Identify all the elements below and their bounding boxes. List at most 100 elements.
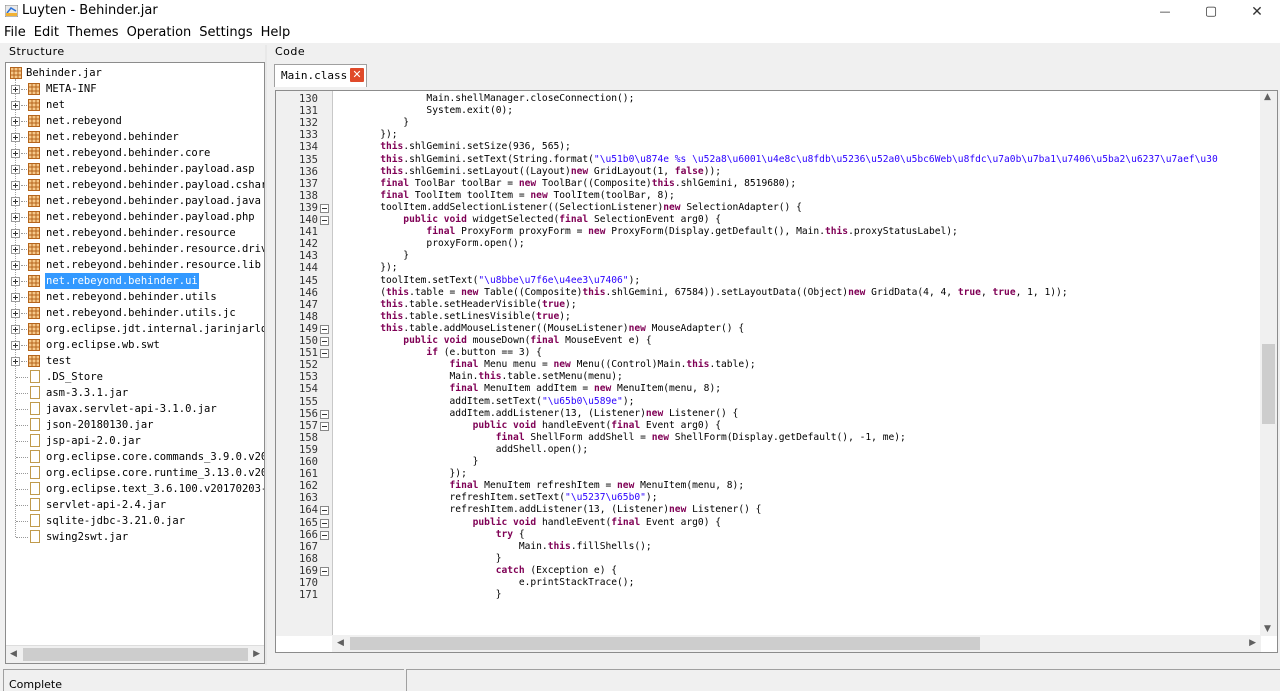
expand-icon[interactable] bbox=[11, 261, 20, 270]
code-text: toolItem.setText( bbox=[334, 274, 479, 286]
menu-operation[interactable]: Operation bbox=[123, 23, 196, 43]
structure-tree[interactable]: Behinder.jar META-INF net net.rebeyond net.… bbox=[5, 62, 265, 664]
package-icon bbox=[28, 339, 40, 351]
fold-collapse-icon[interactable] bbox=[320, 506, 329, 516]
expand-icon[interactable] bbox=[11, 245, 20, 254]
fold-collapse-icon[interactable] bbox=[320, 566, 329, 576]
file-icon bbox=[30, 434, 40, 447]
expand-icon[interactable] bbox=[11, 357, 20, 366]
tree-connector bbox=[21, 297, 27, 298]
tree-item-label: org.eclipse.jdt.internal.jarinjarlo bbox=[46, 323, 265, 335]
fold-collapse-icon[interactable] bbox=[320, 409, 329, 419]
menu-edit[interactable]: Edit bbox=[30, 23, 63, 43]
close-window-button[interactable]: ✕ bbox=[1234, 0, 1280, 23]
expand-icon[interactable] bbox=[11, 117, 20, 126]
fold-collapse-icon[interactable] bbox=[320, 216, 329, 225]
expand-icon[interactable] bbox=[11, 181, 20, 190]
line-number: 132 bbox=[299, 117, 318, 130]
fold-collapse-icon[interactable] bbox=[320, 530, 329, 540]
expand-icon[interactable] bbox=[11, 101, 20, 110]
code-line: } bbox=[334, 117, 409, 129]
structure-label: Structure bbox=[9, 45, 65, 58]
tree-scroll-thumb[interactable] bbox=[23, 648, 248, 661]
scroll-left-arrow-icon[interactable]: ◀ bbox=[337, 635, 344, 652]
gutter-row: 142 bbox=[276, 238, 332, 250]
package-icon bbox=[28, 131, 40, 143]
gutter-row: 166 bbox=[276, 529, 332, 541]
line-number: 149 bbox=[299, 322, 318, 335]
expand-icon[interactable] bbox=[11, 309, 20, 318]
code-text: { bbox=[513, 528, 525, 540]
scroll-right-arrow-icon[interactable]: ▶ bbox=[253, 646, 260, 663]
tree-connector bbox=[16, 457, 28, 458]
fold-collapse-icon[interactable] bbox=[320, 203, 329, 213]
menu-help[interactable]: Help bbox=[257, 23, 295, 43]
tree-horizontal-scrollbar[interactable]: ◀ ▶ bbox=[6, 645, 264, 663]
fold-collapse-icon[interactable] bbox=[320, 421, 329, 431]
code-text: .fillShells(); bbox=[570, 540, 652, 552]
tree-item-label: jsp-api-2.0.jar bbox=[46, 435, 141, 447]
line-number: 154 bbox=[299, 383, 318, 396]
fold-collapse-icon[interactable] bbox=[320, 324, 329, 334]
expand-icon[interactable] bbox=[11, 133, 20, 142]
code-line: if (e.button == 3) { bbox=[334, 347, 542, 359]
code-hscroll-thumb[interactable] bbox=[350, 637, 980, 650]
code-text: .table = bbox=[409, 286, 462, 298]
code-line: final MenuItem addItem = new MenuItem(me… bbox=[334, 383, 722, 395]
code-vertical-scrollbar[interactable]: ▲ ▼ bbox=[1260, 91, 1277, 636]
tree-connector bbox=[16, 489, 28, 490]
menu-settings[interactable]: Settings bbox=[195, 23, 256, 43]
code-text: ( bbox=[334, 286, 386, 298]
code-text: .table); bbox=[709, 359, 756, 371]
expand-icon[interactable] bbox=[11, 165, 20, 174]
code-keyword: new bbox=[669, 504, 687, 516]
tab-main-class[interactable]: Main.class ✕ bbox=[274, 64, 367, 87]
tree-connector bbox=[21, 185, 27, 186]
menu-file[interactable]: File bbox=[0, 23, 30, 43]
split-divider[interactable] bbox=[265, 45, 267, 665]
expand-icon[interactable] bbox=[11, 197, 20, 206]
expand-icon[interactable] bbox=[11, 213, 20, 222]
code-vscroll-thumb[interactable] bbox=[1262, 344, 1275, 424]
tab-close-icon[interactable]: ✕ bbox=[350, 68, 364, 82]
gutter-row: 147 bbox=[276, 299, 332, 311]
tree-connector bbox=[21, 281, 27, 282]
tree-connector bbox=[16, 441, 28, 442]
gutter-row: 131 bbox=[276, 105, 332, 117]
code-keyword: new bbox=[461, 286, 479, 298]
expand-icon[interactable] bbox=[11, 341, 20, 350]
expand-icon[interactable] bbox=[11, 229, 20, 238]
menu-themes[interactable]: Themes bbox=[63, 23, 123, 43]
code-text: ); bbox=[645, 492, 658, 504]
code-text: Menu menu = bbox=[478, 359, 554, 371]
fold-collapse-icon[interactable] bbox=[320, 518, 329, 528]
fold-collapse-icon[interactable] bbox=[320, 337, 329, 346]
code-keyword: try bbox=[334, 528, 514, 540]
code-text: .table.setHeaderVisible( bbox=[403, 298, 542, 310]
line-number: 137 bbox=[299, 177, 318, 190]
expand-icon[interactable] bbox=[11, 149, 20, 158]
code-text: ); bbox=[559, 310, 571, 322]
gutter-row: 137 bbox=[276, 178, 332, 190]
code-keyword: new bbox=[570, 165, 589, 177]
scroll-right-arrow-icon[interactable]: ▶ bbox=[1249, 635, 1256, 652]
code-keyword: this bbox=[385, 286, 410, 298]
code-text: Menu((Control)Main. bbox=[570, 359, 687, 371]
fold-collapse-icon[interactable] bbox=[320, 349, 329, 359]
expand-icon[interactable] bbox=[11, 277, 20, 286]
gutter-row: 145 bbox=[276, 275, 332, 287]
expand-icon[interactable] bbox=[11, 325, 20, 334]
expand-icon[interactable] bbox=[11, 293, 20, 302]
minimize-button[interactable]: — bbox=[1142, 0, 1188, 23]
code-editor[interactable]: 130 131 132 133 134 135 136 137 138 139 140 141 142 1… bbox=[275, 90, 1278, 653]
code-horizontal-scrollbar[interactable]: ◀ ▶ bbox=[332, 635, 1261, 652]
maximize-button[interactable]: ▢ bbox=[1188, 0, 1234, 23]
gutter-row: 168 bbox=[276, 553, 332, 565]
expand-icon[interactable] bbox=[11, 85, 20, 94]
tree-item-label: org.eclipse.wb.swt bbox=[46, 339, 160, 351]
package-icon bbox=[28, 83, 40, 95]
scroll-up-arrow-icon[interactable]: ▲ bbox=[1264, 91, 1271, 106]
package-icon bbox=[28, 291, 40, 303]
scroll-down-arrow-icon[interactable]: ▼ bbox=[1264, 621, 1271, 638]
scroll-left-arrow-icon[interactable]: ◀ bbox=[10, 646, 17, 663]
